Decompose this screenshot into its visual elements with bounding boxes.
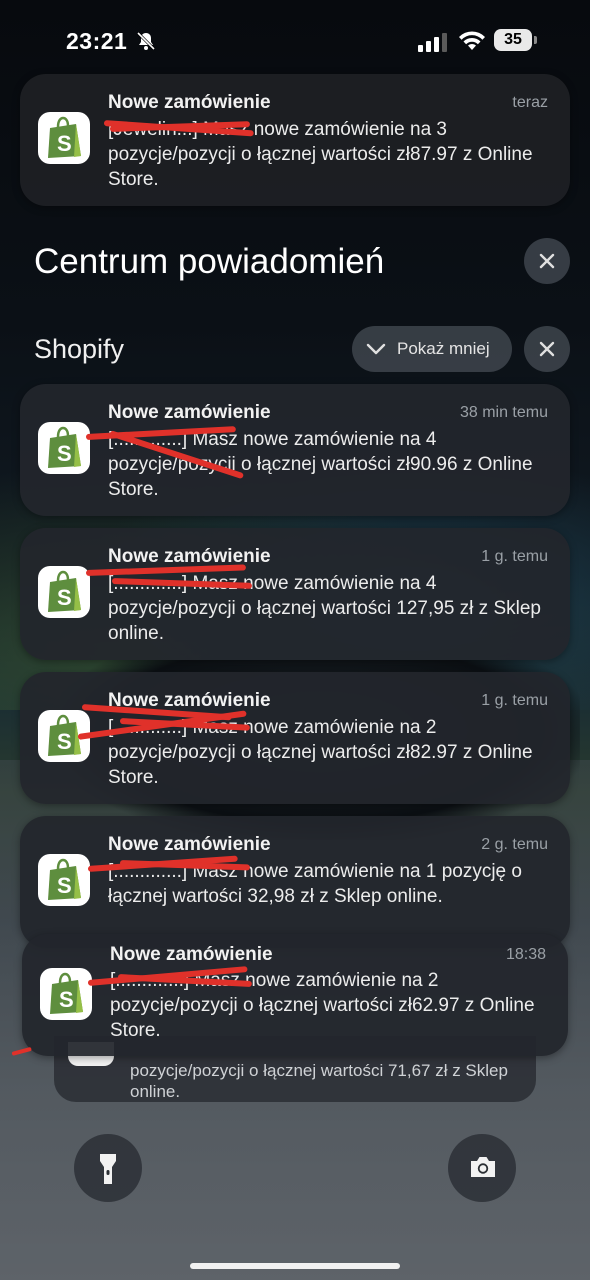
camera-button[interactable] bbox=[448, 1134, 516, 1202]
notification-title: Nowe zamówienie bbox=[108, 402, 271, 423]
flashlight-icon bbox=[100, 1154, 116, 1184]
svg-text:S: S bbox=[57, 131, 72, 156]
shopify-bag-icon: S bbox=[38, 566, 90, 618]
group-app-name: Shopify bbox=[34, 334, 125, 364]
notification-time: 2 g. temu bbox=[481, 836, 548, 853]
notification-title: Nowe zamówienie bbox=[110, 944, 273, 965]
svg-text:S: S bbox=[57, 873, 72, 898]
close-icon bbox=[539, 341, 555, 357]
notification-title: Nowe zamówienie bbox=[108, 92, 271, 113]
shopify-bag-icon: S bbox=[38, 422, 90, 474]
show-less-label: Pokaż mniej bbox=[397, 339, 490, 358]
show-less-button[interactable]: Pokaż mniej bbox=[352, 326, 512, 372]
notification-time: teraz bbox=[512, 94, 548, 111]
close-icon bbox=[539, 253, 555, 269]
notification-card[interactable]: S Nowe zamówienie 1 g. temu [...........… bbox=[20, 672, 570, 804]
wifi-icon bbox=[459, 31, 485, 50]
notification-card[interactable]: S Nowe zamówienie 2 g. temu [...........… bbox=[20, 816, 570, 948]
svg-text:S: S bbox=[57, 441, 72, 466]
notification-title: Nowe zamówienie bbox=[108, 834, 271, 855]
notification-time: 1 g. temu bbox=[481, 548, 548, 565]
svg-text:S: S bbox=[57, 585, 72, 610]
notification-time: 1 g. temu bbox=[481, 692, 548, 709]
notification-card[interactable]: S Nowe zamówienie 38 min temu [.........… bbox=[20, 384, 570, 516]
stacked-notification-body: pozycje/pozycji o łącznej wartości 71,67… bbox=[130, 1061, 508, 1101]
status-time: 23:21 bbox=[66, 28, 128, 54]
shopify-bag-icon: S bbox=[38, 854, 90, 906]
notification-title: Nowe zamówienie bbox=[108, 546, 271, 567]
notification-body: [.............] Masz nowe zamówienie na … bbox=[108, 429, 533, 500]
status-bar: 23:21 35 bbox=[0, 22, 590, 62]
banner-notification[interactable]: S Nowe zamówienie teraz [Jewelin...] Mas… bbox=[20, 74, 570, 206]
clear-group-button[interactable] bbox=[524, 326, 570, 372]
shopify-bag-icon: S bbox=[38, 112, 90, 164]
bell-slash-icon bbox=[136, 31, 156, 51]
notification-card[interactable]: S Nowe zamówienie 18:38 [.............] … bbox=[22, 934, 568, 1056]
clear-all-button[interactable] bbox=[524, 238, 570, 284]
notification-card[interactable]: S Nowe zamówienie 1 g. temu [...........… bbox=[20, 528, 570, 660]
camera-icon bbox=[471, 1157, 495, 1177]
battery-tip bbox=[534, 36, 537, 44]
notification-time: 18:38 bbox=[505, 946, 546, 963]
battery-indicator: 35 bbox=[494, 29, 538, 53]
svg-text:S: S bbox=[57, 729, 72, 754]
shopify-bag-icon: S bbox=[40, 968, 92, 1020]
battery-level: 35 bbox=[494, 29, 532, 51]
chevron-down-icon bbox=[366, 343, 386, 355]
notification-center-title: Centrum powiadomień bbox=[34, 242, 385, 281]
notification-time: 38 min temu bbox=[459, 404, 548, 421]
flashlight-button[interactable] bbox=[74, 1134, 142, 1202]
svg-text:S: S bbox=[59, 987, 74, 1012]
home-indicator[interactable] bbox=[190, 1263, 400, 1269]
cellular-signal-icon bbox=[418, 33, 447, 52]
